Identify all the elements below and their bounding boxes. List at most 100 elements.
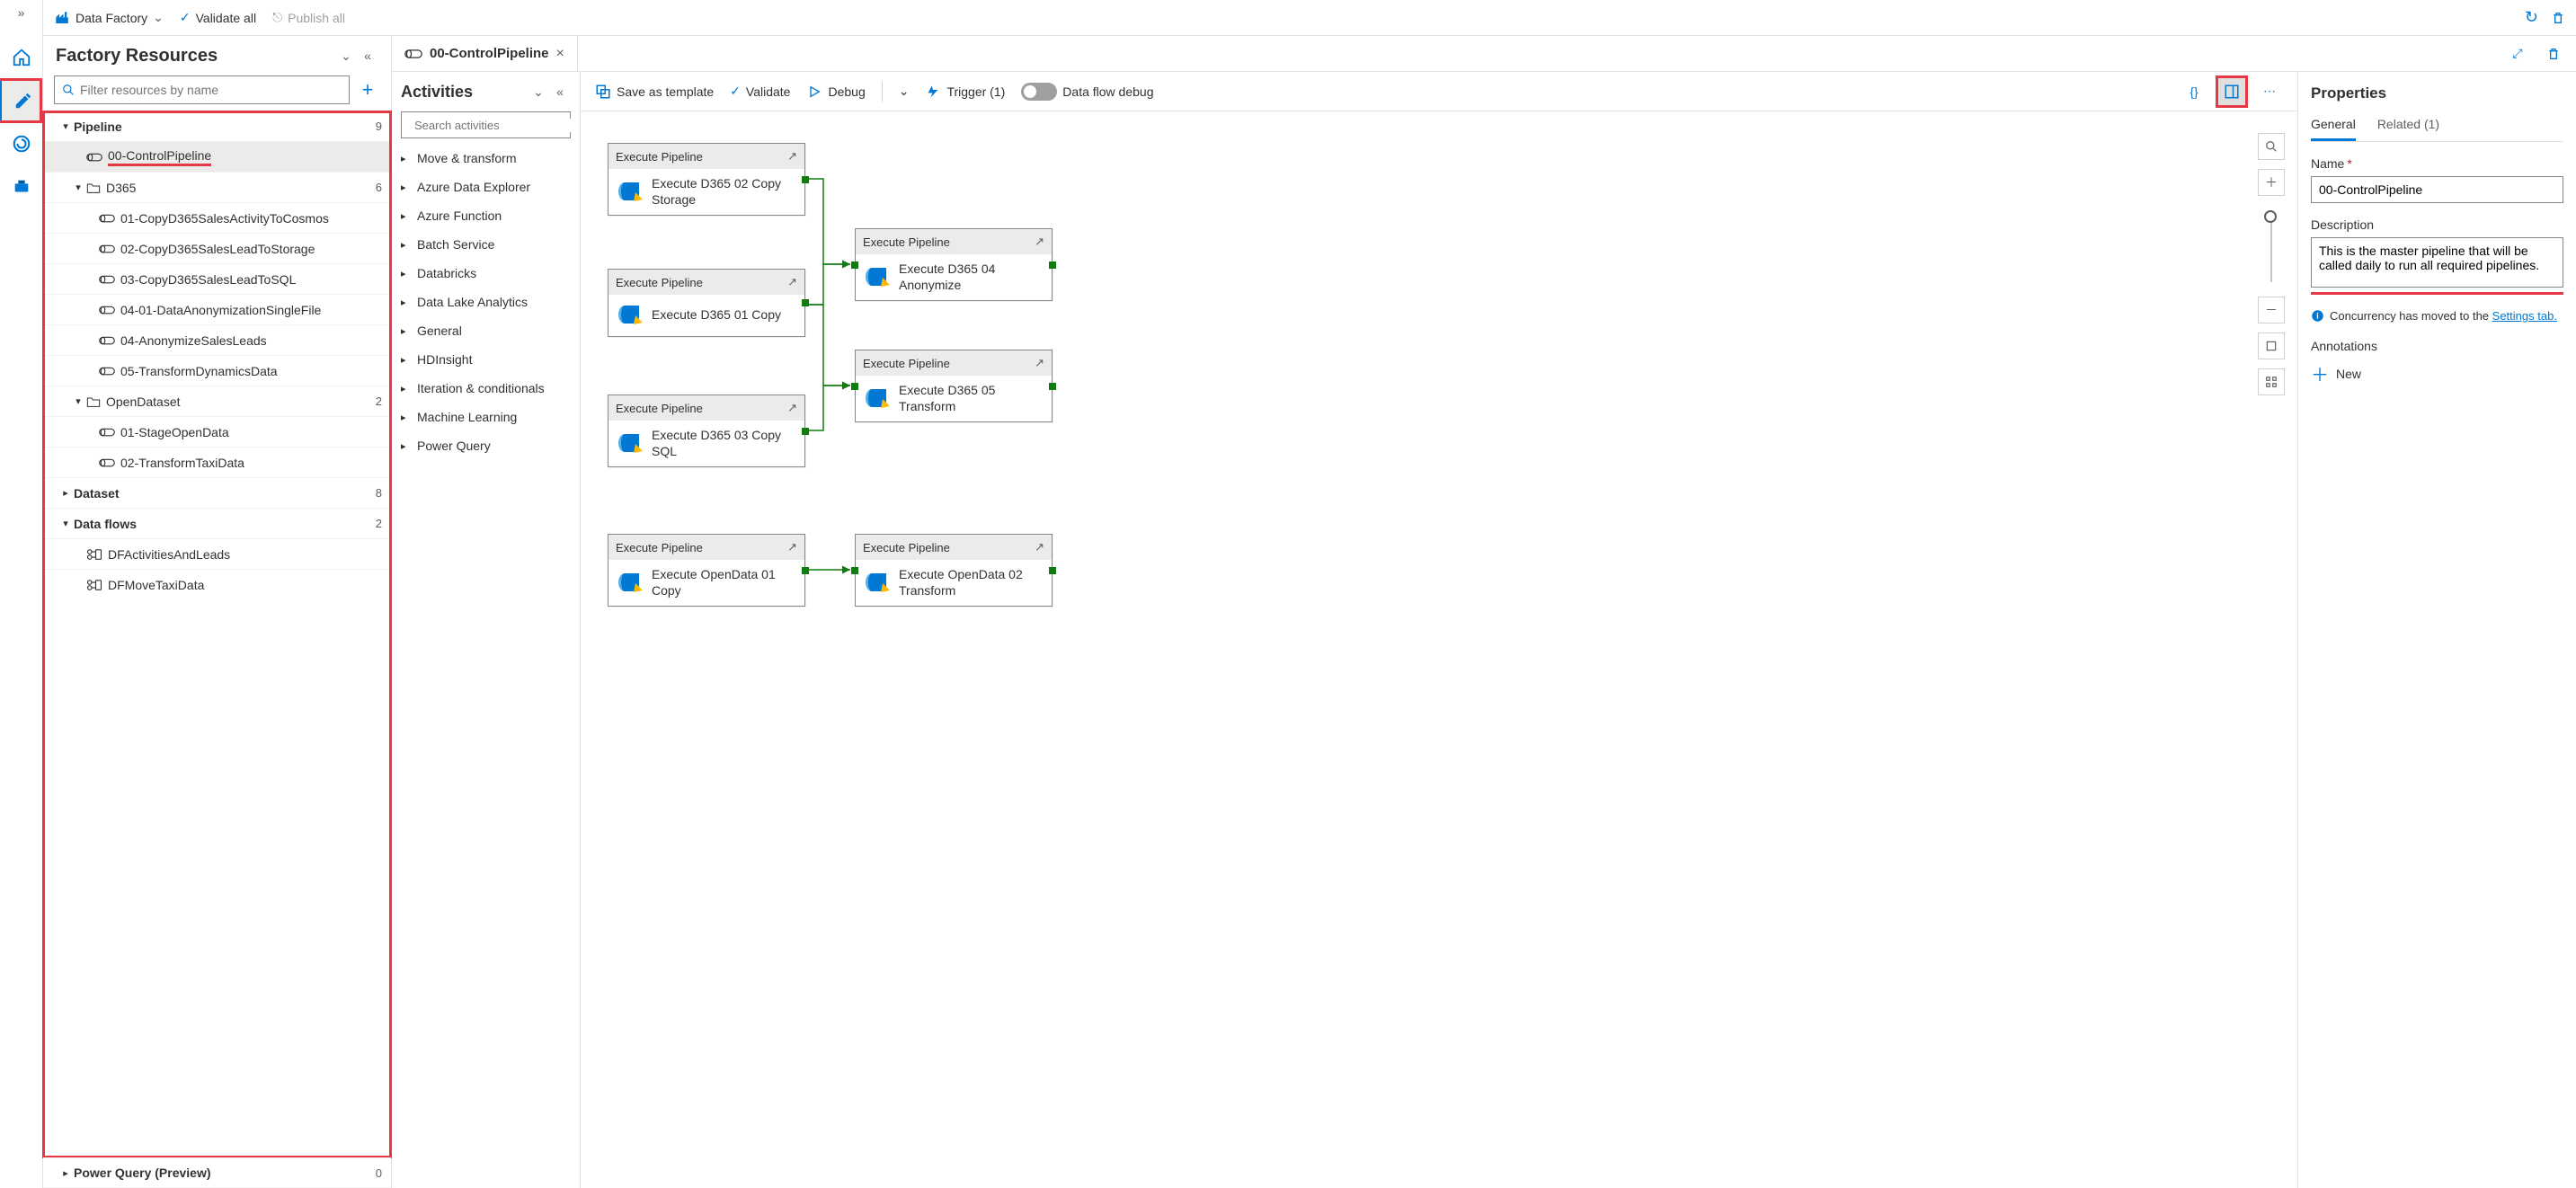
expand-icon[interactable]: ⤢ bbox=[2504, 40, 2531, 67]
open-node-icon[interactable]: ↗ bbox=[787, 149, 797, 164]
activities-collapse-left-icon[interactable]: « bbox=[549, 81, 571, 102]
zoom-thumb[interactable] bbox=[2264, 210, 2277, 223]
code-view-button[interactable]: {} bbox=[2181, 78, 2207, 105]
dataflow-item[interactable]: DFMoveTaxiData bbox=[43, 570, 391, 600]
open-node-icon[interactable]: ↗ bbox=[787, 275, 797, 289]
pipeline-00-control[interactable]: 00-ControlPipeline bbox=[43, 142, 391, 173]
dataflow-item[interactable]: DFActivitiesAndLeads bbox=[43, 539, 391, 570]
zoom-slider[interactable] bbox=[2270, 210, 2272, 282]
description-textarea[interactable] bbox=[2311, 237, 2563, 288]
node-in-port[interactable] bbox=[851, 383, 858, 390]
activity-category[interactable]: ▸Iteration & conditionals bbox=[401, 374, 571, 403]
open-node-icon[interactable]: ↗ bbox=[1035, 235, 1044, 249]
node-d365-04-anonymize[interactable]: Execute Pipeline↗ Execute D365 04 Anonym… bbox=[855, 228, 1053, 301]
zoom-out-button[interactable]: － bbox=[2258, 297, 2285, 324]
activities-search[interactable] bbox=[401, 111, 571, 138]
node-out-port[interactable] bbox=[802, 176, 809, 183]
name-input[interactable] bbox=[2311, 176, 2563, 203]
add-resource-button[interactable]: + bbox=[355, 77, 380, 102]
pipeline-item[interactable]: 03-CopyD365SalesLeadToSQL bbox=[43, 264, 391, 295]
settings-tab-link[interactable]: Settings tab. bbox=[2492, 309, 2557, 323]
open-node-icon[interactable]: ↗ bbox=[787, 401, 797, 415]
save-as-template-button[interactable]: Save as template bbox=[595, 84, 714, 100]
manage-icon[interactable] bbox=[0, 165, 43, 208]
pipeline-item[interactable]: 05-TransformDynamicsData bbox=[43, 356, 391, 386]
node-d365-03-copy-sql[interactable]: Execute Pipeline↗ Execute D365 03 Copy S… bbox=[608, 395, 805, 467]
search-canvas-button[interactable] bbox=[2258, 133, 2285, 160]
node-out-port[interactable] bbox=[802, 299, 809, 306]
activity-category[interactable]: ▸Data Lake Analytics bbox=[401, 288, 571, 316]
pipeline-canvas[interactable]: Execute Pipeline↗ Execute D365 02 Copy S… bbox=[581, 111, 2297, 1188]
activities-search-input[interactable] bbox=[414, 119, 573, 132]
close-tab-icon[interactable]: × bbox=[556, 46, 564, 62]
validate-all-button[interactable]: ✓ Validate all bbox=[180, 10, 256, 25]
properties-tab-related[interactable]: Related (1) bbox=[2377, 117, 2439, 141]
expand-rail-icon[interactable]: » bbox=[18, 5, 25, 20]
node-in-port[interactable] bbox=[851, 262, 858, 269]
delete-button[interactable] bbox=[2551, 11, 2565, 25]
validate-button[interactable]: ✓Validate bbox=[730, 84, 790, 99]
pipeline-category[interactable]: ▾Pipeline9 bbox=[43, 111, 391, 142]
open-node-icon[interactable]: ↗ bbox=[1035, 356, 1044, 370]
node-out-port[interactable] bbox=[1049, 262, 1056, 269]
autolayout-button[interactable] bbox=[2258, 368, 2285, 395]
delete-tab-icon[interactable] bbox=[2540, 40, 2567, 67]
pipeline-item[interactable]: 04-AnonymizeSalesLeads bbox=[43, 325, 391, 356]
pipeline-item[interactable]: 02-CopyD365SalesLeadToStorage bbox=[43, 234, 391, 264]
data-factory-dropdown[interactable]: Data Factory ⌄ bbox=[54, 10, 164, 26]
debug-dropdown-button[interactable]: ⌄ bbox=[899, 84, 910, 99]
pipeline-item[interactable]: 02-TransformTaxiData bbox=[43, 448, 391, 478]
home-icon[interactable] bbox=[0, 36, 43, 79]
folder-d365[interactable]: ▾D3656 bbox=[43, 173, 391, 203]
activity-category[interactable]: ▸General bbox=[401, 316, 571, 345]
node-out-port[interactable] bbox=[1049, 567, 1056, 574]
activity-category[interactable]: ▸Azure Function bbox=[401, 201, 571, 230]
pipeline-item[interactable]: 01-CopyD365SalesActivityToCosmos bbox=[43, 203, 391, 234]
tab-control-pipeline[interactable]: 00-ControlPipeline × bbox=[392, 36, 578, 71]
node-out-port[interactable] bbox=[1049, 383, 1056, 390]
node-out-port[interactable] bbox=[802, 428, 809, 435]
activity-category[interactable]: ▸Move & transform bbox=[401, 144, 571, 173]
activity-category[interactable]: ▸Azure Data Explorer bbox=[401, 173, 571, 201]
activity-category[interactable]: ▸Batch Service bbox=[401, 230, 571, 259]
dataflow-debug-toggle[interactable]: Data flow debug bbox=[1021, 83, 1153, 101]
author-icon[interactable] bbox=[0, 79, 41, 122]
pipeline-item[interactable]: 01-StageOpenData bbox=[43, 417, 391, 448]
activity-category[interactable]: ▸Machine Learning bbox=[401, 403, 571, 431]
activity-category[interactable]: ▸HDInsight bbox=[401, 345, 571, 374]
activities-collapse-icon[interactable]: ⌄ bbox=[528, 81, 549, 102]
trigger-button[interactable]: Trigger (1) bbox=[925, 84, 1005, 100]
folder-opendataset[interactable]: ▾OpenDataset2 bbox=[43, 386, 391, 417]
resources-collapse-up-icon[interactable]: ⌄ bbox=[335, 45, 357, 66]
dataset-category[interactable]: ▸Dataset8 bbox=[43, 478, 391, 509]
debug-button[interactable]: Debug bbox=[806, 84, 865, 100]
publish-all-button[interactable]: ⎋ Publish all bbox=[272, 10, 345, 25]
open-node-icon[interactable]: ↗ bbox=[787, 540, 797, 554]
filter-textbox[interactable] bbox=[80, 83, 342, 97]
more-button[interactable]: ⋯ bbox=[2256, 78, 2283, 105]
refresh-button[interactable]: ↻ bbox=[2525, 8, 2538, 27]
fit-screen-button[interactable] bbox=[2258, 332, 2285, 359]
node-d365-05-transform[interactable]: Execute Pipeline↗ Execute D365 05 Transf… bbox=[855, 350, 1053, 422]
filter-input[interactable] bbox=[54, 75, 350, 104]
properties-tab-general[interactable]: General bbox=[2311, 117, 2356, 141]
pipeline-item[interactable]: 04-01-DataAnonymizationSingleFile bbox=[43, 295, 391, 325]
zoom-in-button[interactable]: ＋ bbox=[2258, 169, 2285, 196]
dataflows-category[interactable]: ▾Data flows2 bbox=[43, 509, 391, 539]
monitor-icon[interactable] bbox=[0, 122, 43, 165]
activity-category[interactable]: ▸Databricks bbox=[401, 259, 571, 288]
node-d365-01-copy[interactable]: Execute Pipeline↗ Execute D365 01 Copy bbox=[608, 269, 805, 337]
node-title: Execute D365 05 Transform bbox=[899, 383, 1043, 414]
node-out-port[interactable] bbox=[802, 567, 809, 574]
node-d365-02-copy-storage[interactable]: Execute Pipeline↗ Execute D365 02 Copy S… bbox=[608, 143, 805, 216]
new-annotation-button[interactable]: ＋New bbox=[2311, 360, 2563, 386]
activity-category[interactable]: ▸Power Query bbox=[401, 431, 571, 460]
node-in-port[interactable] bbox=[851, 567, 858, 574]
node-opendata-01-copy[interactable]: Execute Pipeline↗ Execute OpenData 01 Co… bbox=[608, 534, 805, 607]
toggle-icon[interactable] bbox=[1021, 83, 1057, 101]
properties-toggle-button[interactable] bbox=[2218, 78, 2245, 105]
resources-collapse-left-icon[interactable]: « bbox=[357, 45, 378, 66]
powerquery-category[interactable]: ▸Power Query (Preview)0 bbox=[43, 1157, 391, 1188]
open-node-icon[interactable]: ↗ bbox=[1035, 540, 1044, 554]
node-opendata-02-transform[interactable]: Execute Pipeline↗ Execute OpenData 02 Tr… bbox=[855, 534, 1053, 607]
